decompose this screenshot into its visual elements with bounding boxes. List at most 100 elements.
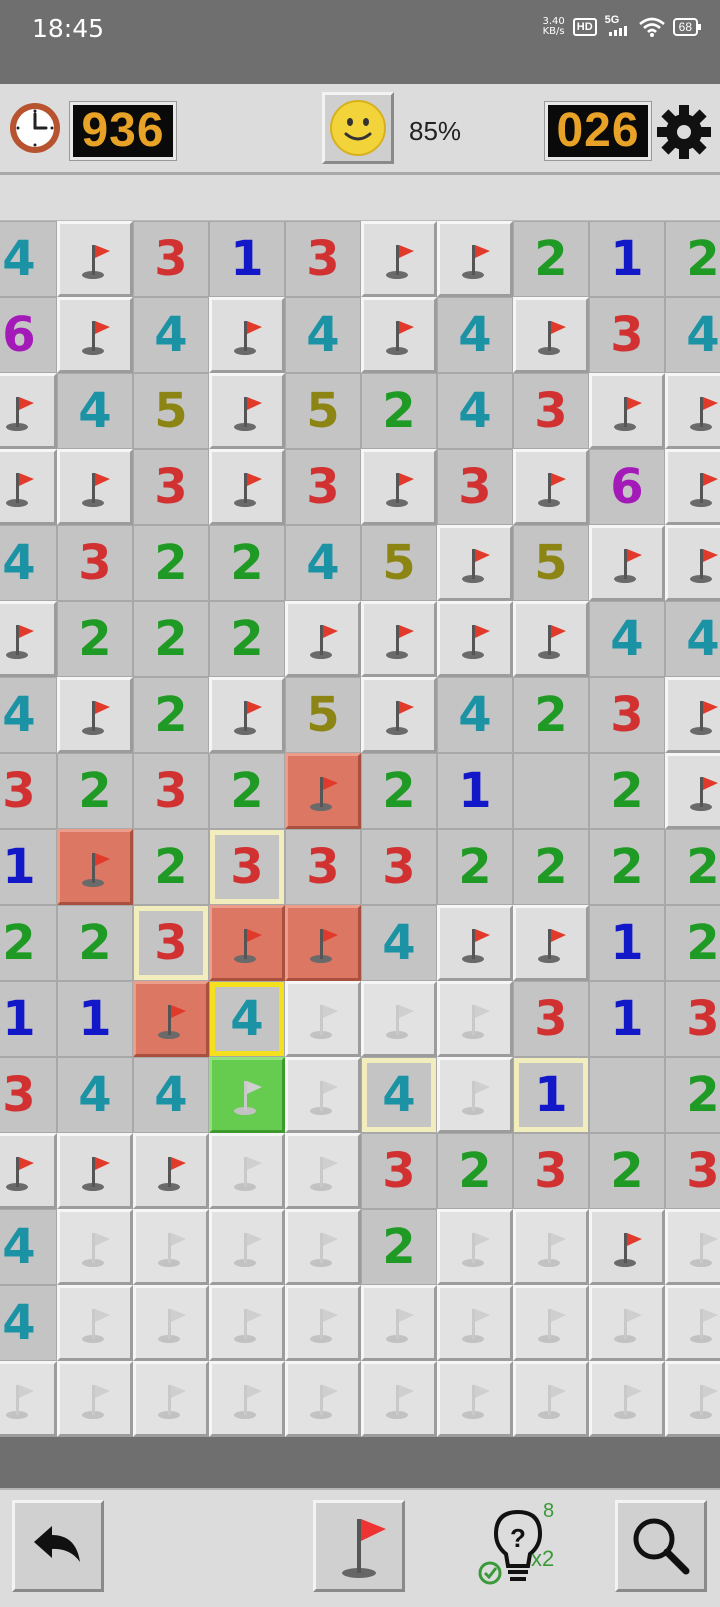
number-cell[interactable]: 3 xyxy=(133,905,209,981)
number-cell[interactable]: 6 xyxy=(0,297,57,373)
number-cell[interactable]: 4 xyxy=(57,373,133,449)
number-cell[interactable]: 1 xyxy=(0,829,57,905)
number-cell[interactable]: 2 xyxy=(665,905,720,981)
covered-cell[interactable] xyxy=(133,1209,209,1285)
flagged-cell[interactable] xyxy=(437,905,513,981)
covered-cell[interactable] xyxy=(437,1285,513,1361)
covered-cell[interactable] xyxy=(285,1285,361,1361)
minefield-grid[interactable]: 4313212644434455243333643224552224442542… xyxy=(0,221,720,1441)
number-cell[interactable]: 3 xyxy=(665,981,720,1057)
covered-cell[interactable] xyxy=(437,1209,513,1285)
flagged-cell[interactable] xyxy=(513,601,589,677)
flagged-cell[interactable] xyxy=(57,221,133,297)
flagged-cell[interactable] xyxy=(209,297,285,373)
number-cell[interactable]: 2 xyxy=(589,753,665,829)
wrong-flag-cell[interactable] xyxy=(285,905,361,981)
undo-button[interactable] xyxy=(12,1500,104,1592)
number-cell[interactable]: 2 xyxy=(513,221,589,297)
covered-cell[interactable] xyxy=(133,1361,209,1437)
number-cell[interactable]: 5 xyxy=(285,677,361,753)
flagged-cell[interactable] xyxy=(0,449,57,525)
number-cell[interactable]: 4 xyxy=(285,297,361,373)
covered-cell[interactable] xyxy=(361,1285,437,1361)
number-cell[interactable]: 2 xyxy=(361,373,437,449)
number-cell[interactable]: 4 xyxy=(361,905,437,981)
number-cell[interactable]: 4 xyxy=(0,1285,57,1361)
number-cell[interactable]: 2 xyxy=(133,829,209,905)
number-cell[interactable]: 2 xyxy=(209,601,285,677)
flagged-cell[interactable] xyxy=(57,297,133,373)
number-cell[interactable]: 5 xyxy=(285,373,361,449)
number-cell[interactable]: 4 xyxy=(209,981,285,1057)
covered-cell[interactable] xyxy=(665,1361,720,1437)
covered-cell[interactable] xyxy=(285,1133,361,1209)
number-cell[interactable]: 4 xyxy=(57,1057,133,1133)
flagged-cell[interactable] xyxy=(665,449,720,525)
wrong-flag-cell[interactable] xyxy=(133,981,209,1057)
number-cell[interactable]: 2 xyxy=(665,1057,720,1133)
number-cell[interactable]: 2 xyxy=(361,753,437,829)
flagged-cell[interactable] xyxy=(513,297,589,373)
number-cell[interactable]: 1 xyxy=(209,221,285,297)
covered-cell[interactable] xyxy=(665,1209,720,1285)
covered-cell[interactable] xyxy=(0,1361,57,1437)
number-cell[interactable]: 4 xyxy=(285,525,361,601)
flagged-cell[interactable] xyxy=(57,449,133,525)
number-cell[interactable]: 4 xyxy=(133,1057,209,1133)
covered-cell[interactable] xyxy=(513,1209,589,1285)
number-cell[interactable]: 3 xyxy=(209,829,285,905)
number-cell[interactable]: 1 xyxy=(513,1057,589,1133)
number-cell[interactable]: 3 xyxy=(437,449,513,525)
number-cell[interactable]: 3 xyxy=(589,297,665,373)
flagged-cell[interactable] xyxy=(665,525,720,601)
covered-cell[interactable] xyxy=(437,1361,513,1437)
empty-cell[interactable] xyxy=(589,1057,665,1133)
covered-cell[interactable] xyxy=(285,1361,361,1437)
covered-cell[interactable] xyxy=(285,1209,361,1285)
covered-cell[interactable] xyxy=(285,981,361,1057)
wrong-flag-cell[interactable] xyxy=(57,829,133,905)
covered-cell[interactable] xyxy=(513,1361,589,1437)
flagged-cell[interactable] xyxy=(57,677,133,753)
number-cell[interactable]: 4 xyxy=(361,1057,437,1133)
number-cell[interactable]: 3 xyxy=(589,677,665,753)
covered-cell[interactable] xyxy=(665,1285,720,1361)
number-cell[interactable]: 4 xyxy=(437,677,513,753)
flagged-cell[interactable] xyxy=(0,601,57,677)
number-cell[interactable]: 3 xyxy=(665,1133,720,1209)
number-cell[interactable]: 5 xyxy=(513,525,589,601)
number-cell[interactable]: 4 xyxy=(0,525,57,601)
flagged-cell[interactable] xyxy=(209,677,285,753)
number-cell[interactable]: 3 xyxy=(133,221,209,297)
number-cell[interactable]: 4 xyxy=(0,677,57,753)
flagged-cell[interactable] xyxy=(589,1209,665,1285)
flagged-cell[interactable] xyxy=(361,297,437,373)
number-cell[interactable]: 2 xyxy=(665,221,720,297)
covered-cell[interactable] xyxy=(437,981,513,1057)
covered-cell[interactable] xyxy=(209,1209,285,1285)
covered-cell[interactable] xyxy=(209,1361,285,1437)
flagged-cell[interactable] xyxy=(361,449,437,525)
flagged-cell[interactable] xyxy=(361,677,437,753)
number-cell[interactable]: 2 xyxy=(589,1133,665,1209)
number-cell[interactable]: 5 xyxy=(133,373,209,449)
number-cell[interactable]: 2 xyxy=(513,677,589,753)
number-cell[interactable]: 2 xyxy=(57,601,133,677)
number-cell[interactable]: 2 xyxy=(209,753,285,829)
flagged-cell[interactable] xyxy=(361,221,437,297)
number-cell[interactable]: 1 xyxy=(589,981,665,1057)
hint-cell[interactable] xyxy=(209,1057,285,1133)
covered-cell[interactable] xyxy=(589,1361,665,1437)
number-cell[interactable]: 5 xyxy=(361,525,437,601)
flagged-cell[interactable] xyxy=(285,601,361,677)
number-cell[interactable]: 3 xyxy=(133,449,209,525)
covered-cell[interactable] xyxy=(209,1285,285,1361)
number-cell[interactable]: 2 xyxy=(209,525,285,601)
covered-cell[interactable] xyxy=(209,1133,285,1209)
number-cell[interactable]: 3 xyxy=(513,981,589,1057)
number-cell[interactable]: 1 xyxy=(589,905,665,981)
covered-cell[interactable] xyxy=(589,1285,665,1361)
number-cell[interactable]: 3 xyxy=(361,829,437,905)
number-cell[interactable]: 1 xyxy=(589,221,665,297)
number-cell[interactable]: 2 xyxy=(57,753,133,829)
